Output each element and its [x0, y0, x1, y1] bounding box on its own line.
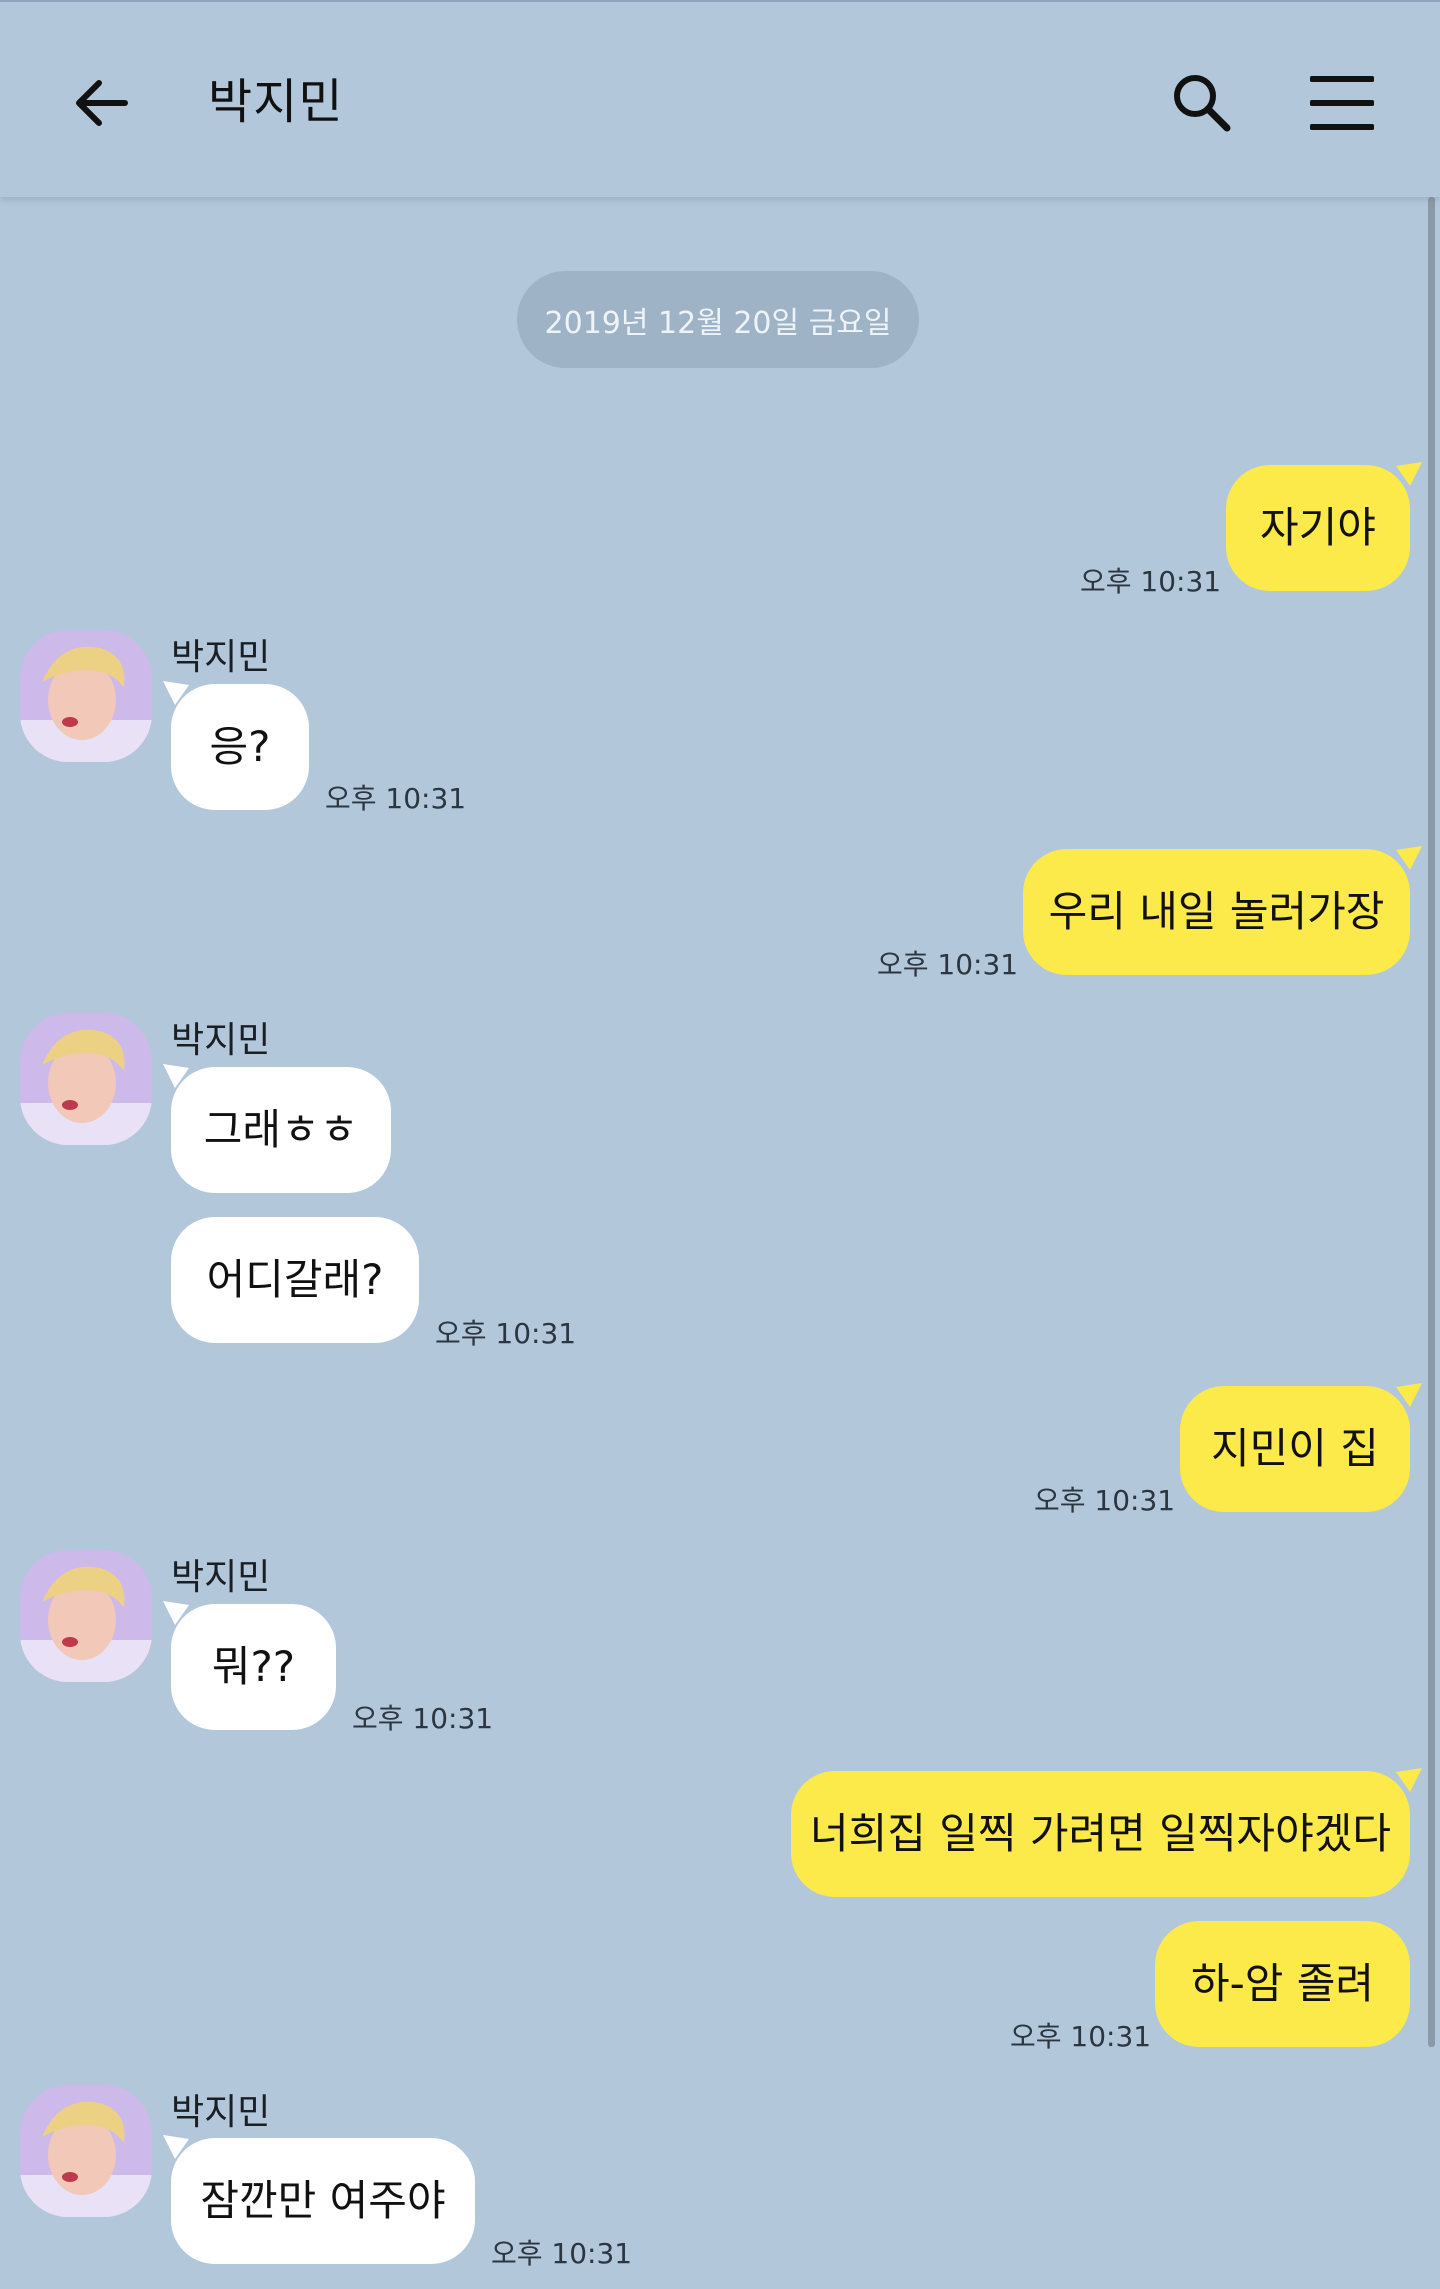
message-text: 자기야 — [1260, 503, 1376, 552]
message-text: 뭐?? — [211, 1642, 296, 1691]
profile-photo — [20, 1013, 152, 1145]
message-time: 오후 10:31 — [491, 2237, 633, 2270]
their-message-bubble[interactable]: 뭐?? — [171, 1604, 336, 1730]
their-message-bubble[interactable]: 잠깐만 여주야 — [171, 2138, 475, 2264]
my-message-bubble[interactable]: 하-암 졸려 — [1155, 1921, 1410, 2047]
bubble-tail — [1396, 1383, 1422, 1407]
scrollbar[interactable] — [1428, 197, 1435, 2047]
their-message-bubble[interactable]: 그래ㅎㅎ — [171, 1067, 391, 1193]
message-text: 우리 내일 놀러가장 — [1048, 887, 1385, 936]
date-divider: 2019년 12월 20일 금요일 — [517, 271, 919, 368]
my-message-bubble[interactable]: 지민이 집 — [1180, 1386, 1410, 1512]
avatar[interactable] — [20, 2085, 152, 2217]
message-time: 오후 10:31 — [352, 1702, 494, 1735]
hamburger-menu-icon — [1310, 76, 1374, 130]
sender-name: 박지민 — [171, 2092, 271, 2133]
message-time: 오후 10:31 — [877, 948, 1019, 981]
bubble-tail — [163, 2135, 189, 2159]
sender-name: 박지민 — [171, 1557, 271, 1598]
message-time: 오후 10:31 — [1080, 565, 1222, 598]
message-text: 잠깐만 여주야 — [200, 2176, 446, 2225]
message-text: 하-암 졸려 — [1190, 1959, 1375, 2008]
profile-photo — [20, 630, 152, 762]
bubble-tail — [1396, 1768, 1422, 1792]
avatar[interactable] — [20, 1013, 152, 1145]
back-button[interactable] — [55, 57, 147, 149]
search-button[interactable] — [1156, 57, 1248, 149]
message-time: 오후 10:31 — [1034, 1484, 1176, 1517]
sender-name: 박지민 — [171, 1020, 271, 1061]
bubble-tail — [1396, 846, 1422, 870]
my-message-bubble[interactable]: 우리 내일 놀러가장 — [1023, 849, 1410, 975]
message-text: 너희집 일찍 가려면 일찍자야겠다 — [809, 1809, 1391, 1858]
message-text: 어디갈래? — [206, 1255, 384, 1304]
their-message-bubble[interactable]: 어디갈래? — [171, 1217, 419, 1343]
message-text: 지민이 집 — [1211, 1424, 1379, 1473]
profile-photo — [20, 2085, 152, 2217]
arrow-left-icon — [76, 80, 128, 126]
message-time: 오후 10:31 — [1010, 2020, 1152, 2053]
bubble-tail — [1396, 462, 1422, 486]
bubble-tail — [163, 1064, 189, 1088]
bubble-tail — [163, 681, 189, 705]
message-text: 응? — [209, 722, 271, 771]
avatar[interactable] — [20, 1550, 152, 1682]
search-icon — [1174, 75, 1231, 132]
my-message-bubble[interactable]: 자기야 — [1226, 465, 1410, 591]
my-message-bubble[interactable]: 너희집 일찍 가려면 일찍자야겠다 — [791, 1771, 1410, 1897]
chat-title: 박지민 — [208, 74, 344, 130]
bubble-tail — [163, 1601, 189, 1625]
message-time: 오후 10:31 — [435, 1317, 577, 1350]
their-message-bubble[interactable]: 응? — [171, 684, 309, 810]
message-text: 그래ㅎㅎ — [203, 1105, 359, 1154]
avatar[interactable] — [20, 630, 152, 762]
menu-button[interactable] — [1296, 57, 1388, 149]
message-time: 오후 10:31 — [325, 782, 467, 815]
chat-header: 박지민 — [0, 0, 1440, 197]
profile-photo — [20, 1550, 152, 1682]
sender-name: 박지민 — [171, 637, 271, 678]
